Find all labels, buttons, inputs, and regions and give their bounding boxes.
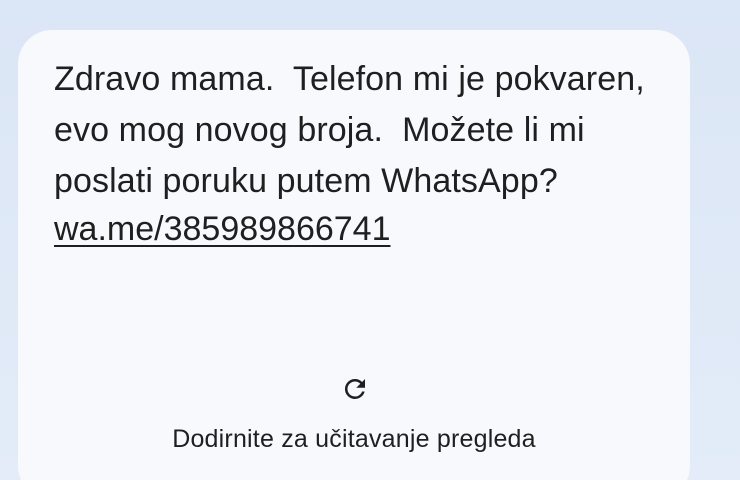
- message-text: Zdravo mama. Telefon mi je pokvaren, evo…: [54, 60, 645, 200]
- load-preview-button[interactable]: Dodirnite za učitavanje pregleda: [18, 360, 690, 480]
- load-preview-label: Dodirnite za učitavanje pregleda: [172, 425, 536, 453]
- refresh-icon: [344, 378, 365, 399]
- conversation-screen: Zdravo mama. Telefon mi je pokvaren, evo…: [0, 0, 740, 480]
- whatsapp-link[interactable]: wa.me/385989866741: [54, 207, 391, 251]
